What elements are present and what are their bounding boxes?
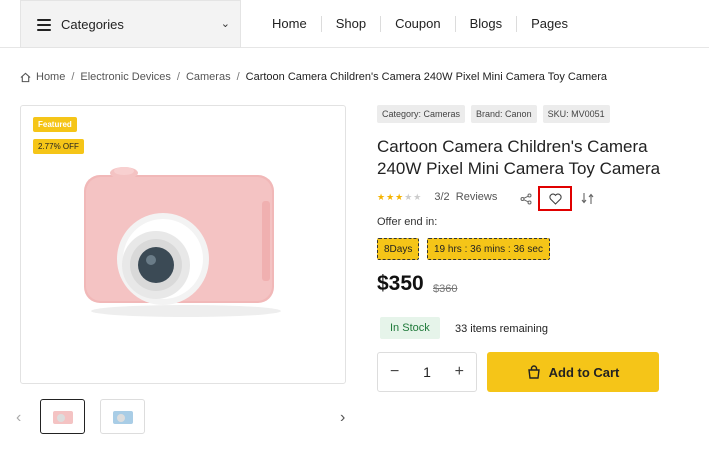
breadcrumb-home[interactable]: Home (36, 71, 65, 83)
breadcrumb-separator: / (236, 71, 240, 83)
decrease-quantity-button[interactable]: − (390, 363, 399, 381)
rating-value: 3/2 (434, 191, 450, 203)
brand-tag[interactable]: Brand: Canon (471, 105, 537, 123)
hamburger-icon (37, 19, 51, 31)
heart-icon (548, 193, 562, 205)
stock-status-badge: In Stock (380, 317, 440, 339)
gallery-next-icon[interactable]: › (340, 409, 345, 427)
rating-row: ★★★★★ 3/2 Reviews (377, 191, 497, 203)
breadcrumb-electronic-devices[interactable]: Electronic Devices (80, 71, 170, 83)
sku-tag: SKU: MV0051 (542, 105, 610, 123)
quantity-value[interactable]: 1 (423, 364, 431, 380)
countdown-time: 19 hrs : 36 mins : 36 sec (427, 238, 550, 260)
main-nav: Home Shop Coupon Blogs Pages (258, 0, 582, 48)
current-price: $350 (377, 272, 424, 295)
thumbnail-pink-camera (53, 411, 73, 424)
compare-icon[interactable] (581, 192, 594, 205)
discount-badge: 2.77% OFF (33, 139, 84, 154)
category-tag[interactable]: Category: Cameras (377, 105, 466, 123)
gallery-prev-icon[interactable]: ‹ (16, 409, 21, 427)
breadcrumb-current: Cartoon Camera Children's Camera 240W Pi… (245, 71, 608, 83)
wishlist-button[interactable] (538, 186, 572, 211)
breadcrumb-separator: / (176, 71, 180, 83)
increase-quantity-button[interactable]: + (455, 363, 464, 381)
product-title: Cartoon Camera Children's Camera 240W Pi… (377, 137, 661, 178)
quantity-stepper: − 1 + (377, 352, 477, 392)
nav-pages[interactable]: Pages (516, 16, 582, 32)
categories-dropdown[interactable]: Categories ⌄ (20, 0, 241, 48)
product-camera-image (84, 167, 281, 317)
gallery-thumbnail[interactable] (40, 399, 85, 434)
nav-shop[interactable]: Shop (320, 16, 380, 32)
product-image-box[interactable]: Featured 2.77% OFF (20, 105, 346, 384)
offer-end-label: Offer end in: (377, 216, 438, 228)
breadcrumb-separator: / (71, 71, 75, 83)
gallery-thumbnail[interactable] (100, 399, 145, 434)
product-tags: Category: Cameras Brand: Canon SKU: MV00… (377, 105, 610, 123)
chevron-down-icon: ⌄ (220, 18, 230, 30)
add-to-cart-button[interactable]: Add to Cart (487, 352, 659, 392)
top-navbar: Categories ⌄ Home Shop Coupon Blogs Page… (0, 0, 709, 48)
reviews-link[interactable]: Reviews (456, 191, 498, 203)
nav-coupon[interactable]: Coupon (380, 16, 455, 32)
shopping-bag-icon (527, 365, 540, 379)
breadcrumb: Home / Electronic Devices / Cameras / Ca… (20, 71, 607, 83)
share-icon[interactable] (520, 193, 532, 205)
items-remaining: 33 items remaining (455, 323, 548, 335)
rating-stars: ★★★★★ (377, 191, 423, 202)
thumbnail-blue-camera (113, 411, 133, 424)
categories-label: Categories (61, 17, 124, 32)
nav-blogs[interactable]: Blogs (454, 16, 517, 32)
breadcrumb-cameras[interactable]: Cameras (186, 71, 231, 83)
countdown-days: 8Days (377, 238, 420, 260)
nav-home[interactable]: Home (258, 16, 321, 32)
home-icon (20, 72, 31, 82)
add-to-cart-label: Add to Cart (548, 364, 620, 380)
featured-badge: Featured (33, 117, 77, 132)
old-price: $360 (433, 283, 458, 295)
